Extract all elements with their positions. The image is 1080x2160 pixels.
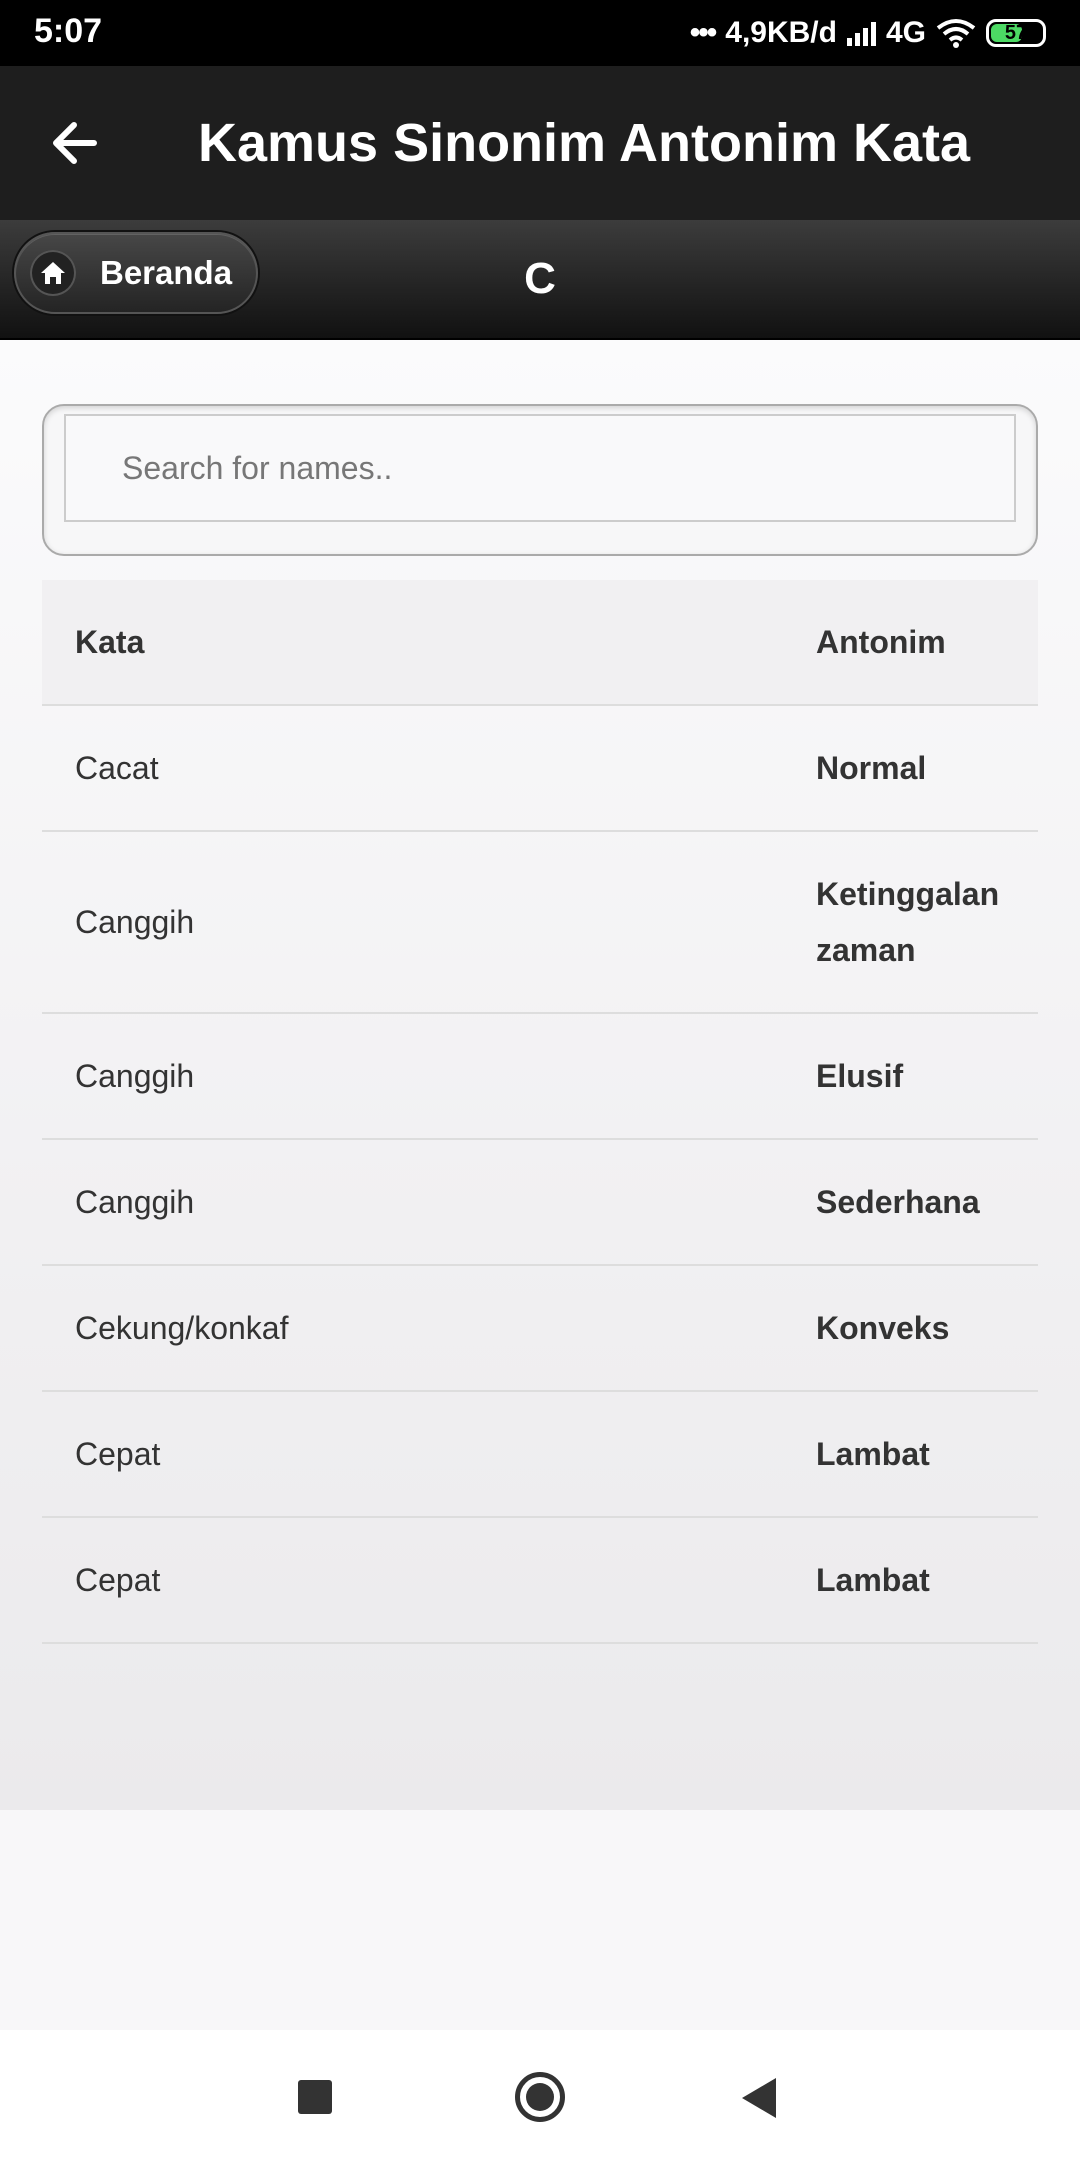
cell-antonim: Normal	[815, 705, 1038, 832]
cell-kata: Canggih	[42, 831, 815, 1014]
search-input[interactable]	[64, 414, 1016, 522]
cell-kata: Cepat	[42, 1391, 815, 1518]
system-nav-bar	[0, 2030, 1080, 2160]
cell-antonim: Lambat	[815, 1517, 1038, 1644]
signal-icon	[846, 20, 876, 46]
recents-square-icon[interactable]	[298, 2080, 332, 2114]
search-container	[42, 404, 1038, 556]
battery-icon: 57	[986, 19, 1046, 47]
table-header-row: Kata Antonim	[42, 580, 1038, 706]
arrow-left-icon[interactable]	[44, 110, 110, 176]
status-icons: ••• 4,9KB/d 4G 57	[690, 12, 1046, 54]
wifi-icon	[936, 19, 976, 48]
home-button-label: Beranda	[100, 254, 233, 291]
cell-kata: Cekung/konkaf	[42, 1265, 815, 1392]
cell-antonim: Sederhana	[815, 1139, 1038, 1266]
app-title: Kamus Sinonim Antonim Kata	[198, 113, 971, 173]
back-triangle-icon[interactable]	[742, 2078, 776, 2118]
table-row: Cepat Lambat	[42, 1517, 1038, 1644]
table-row: Cacat Normal	[42, 705, 1038, 832]
table-row: Canggih Sederhana	[42, 1139, 1038, 1266]
status-time: 5:07	[34, 12, 103, 50]
column-header-antonim[interactable]: Antonim	[815, 580, 1038, 706]
app-bar: Kamus Sinonim Antonim Kata	[0, 66, 1080, 220]
cell-kata: Cacat	[42, 705, 815, 832]
cell-kata: Canggih	[42, 1139, 815, 1266]
page-header: C Beranda	[0, 220, 1080, 340]
column-header-kata[interactable]: Kata	[42, 580, 815, 706]
home-button[interactable]: Beranda	[14, 232, 258, 314]
home-circle-icon[interactable]	[515, 2072, 565, 2122]
table-row: Cepat Lambat	[42, 1391, 1038, 1518]
table-row: Canggih Elusif	[42, 1013, 1038, 1140]
battery-level: 57	[1004, 21, 1028, 44]
status-bar: 5:07 ••• 4,9KB/d 4G 57	[0, 0, 1080, 66]
cell-antonim: Lambat	[815, 1391, 1038, 1518]
cell-antonim: Ketinggalan zaman	[815, 831, 1038, 1014]
antonym-table: Kata Antonim Cacat Normal Canggih Keting…	[42, 580, 1038, 1644]
cell-kata: Cepat	[42, 1517, 815, 1644]
cell-antonim: Konveks	[815, 1265, 1038, 1392]
table-row: Cekung/konkaf Konveks	[42, 1265, 1038, 1392]
notification-dots-icon: •••	[689, 16, 717, 49]
cell-antonim: Elusif	[815, 1013, 1038, 1140]
network-type: 4G	[885, 16, 926, 49]
cell-kata: Canggih	[42, 1013, 815, 1140]
home-icon	[30, 250, 76, 296]
main-content: Kata Antonim Cacat Normal Canggih Keting…	[0, 340, 1080, 1810]
table-row: Canggih Ketinggalan zaman	[42, 831, 1038, 1014]
net-speed: 4,9KB/d	[725, 16, 837, 49]
